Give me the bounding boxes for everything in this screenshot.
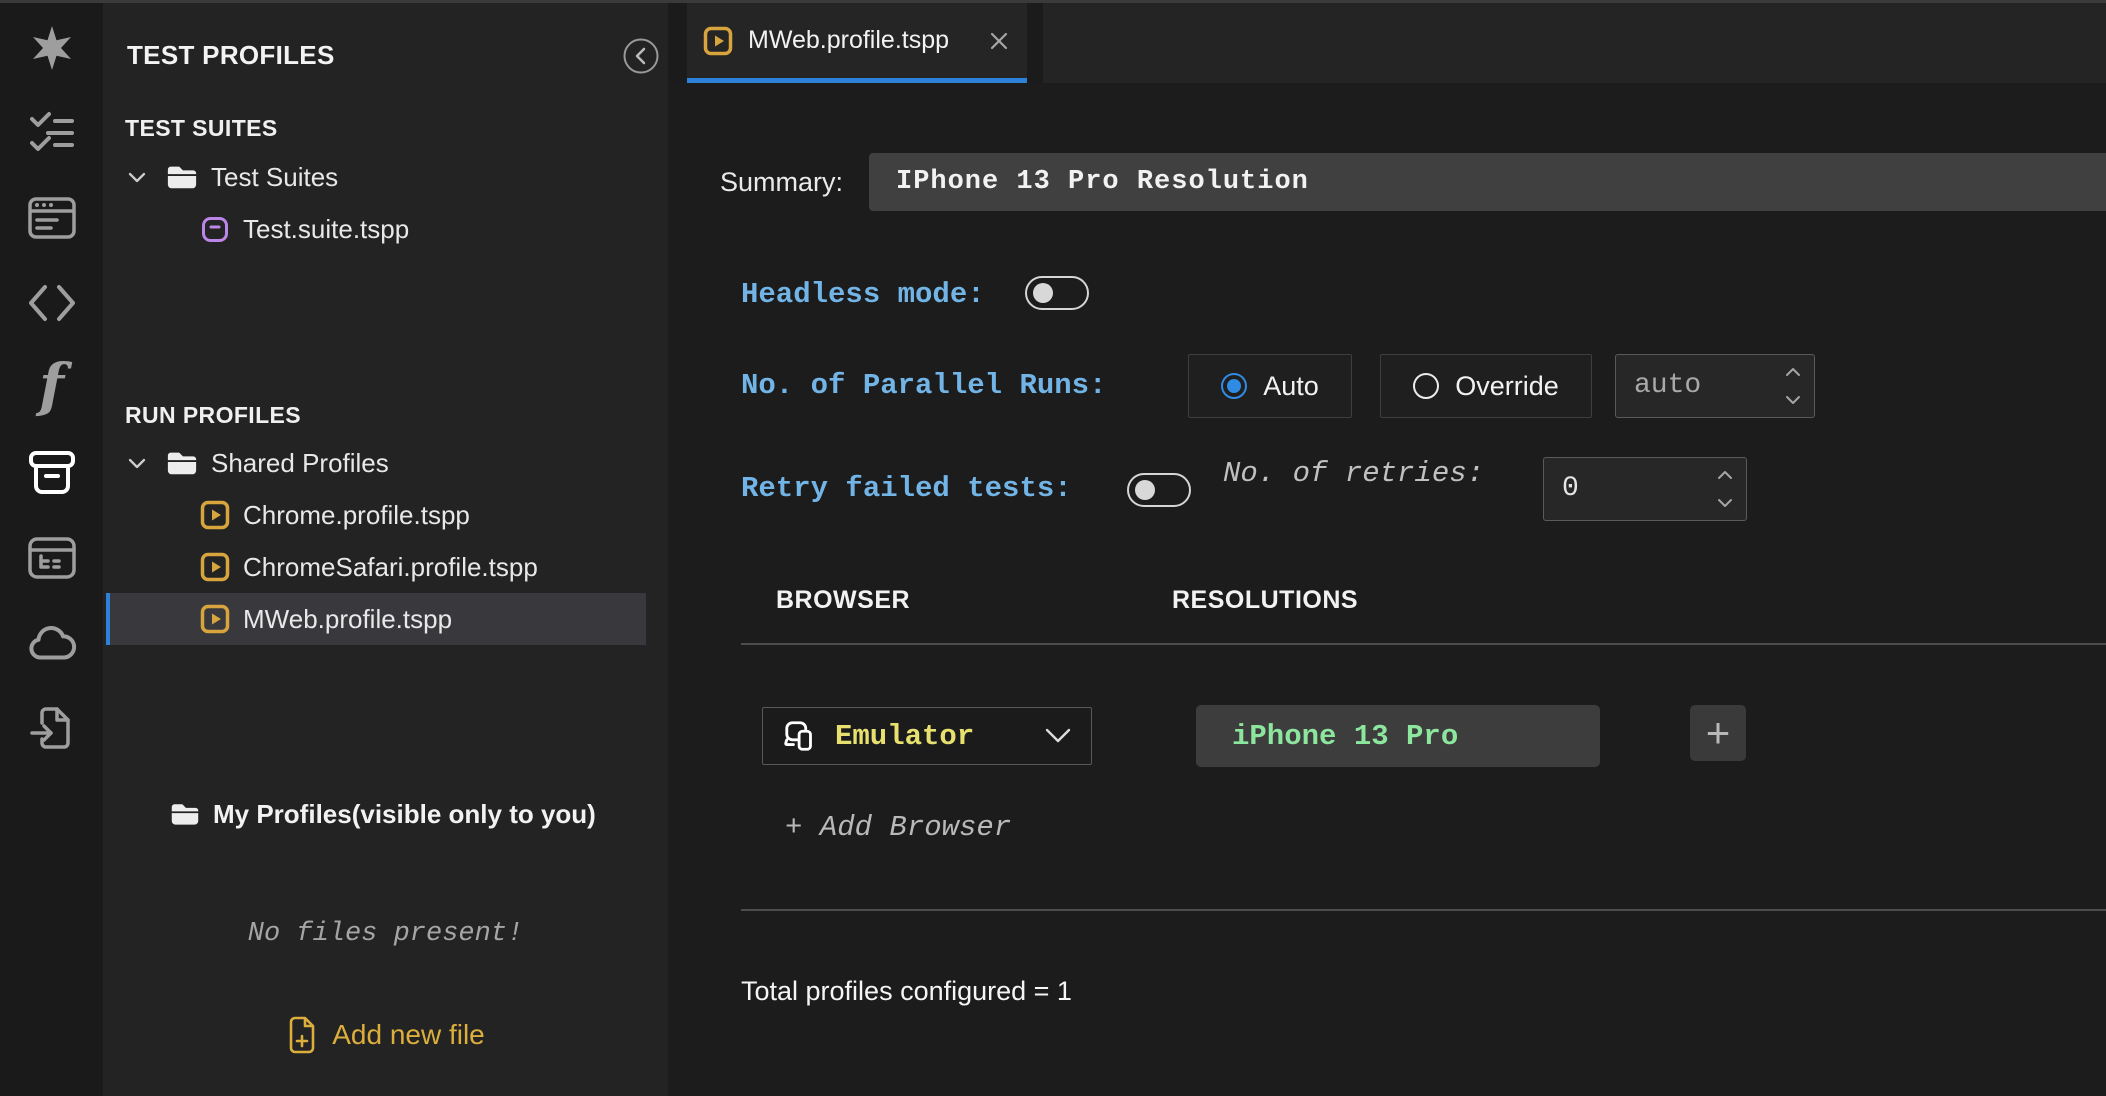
play-file-icon <box>703 26 733 56</box>
tree-folder-label: Test Suites <box>211 161 339 192</box>
window-top-border <box>0 0 2106 3</box>
section-header-test-suites: TEST SUITES <box>125 115 278 141</box>
headless-toggle[interactable] <box>1025 276 1089 310</box>
resolutions-column-header: RESOLUTIONS <box>1172 586 1359 614</box>
tab-label: MWeb.profile.tspp <box>748 26 950 54</box>
retries-count-value: 0 <box>1562 473 1579 504</box>
play-file-icon <box>200 552 230 582</box>
sidebar-collapse-button[interactable] <box>622 37 660 75</box>
add-resolution-button[interactable]: + <box>1690 705 1746 761</box>
retries-count-label: No. of retries: <box>1223 457 1485 490</box>
folder-icon <box>166 449 198 477</box>
close-icon[interactable] <box>987 29 1011 53</box>
radio-label: Auto <box>1263 370 1319 401</box>
tree-file-chrome-profile[interactable]: Chrome.profile.tspp <box>103 489 668 541</box>
parallel-runs-label: No. of Parallel Runs: <box>741 369 1107 402</box>
chevron-down-icon <box>125 165 149 189</box>
retry-label: Retry failed tests: <box>741 472 1072 505</box>
tree-file-mweb-profile[interactable]: MWeb.profile.tspp <box>106 593 646 645</box>
toggle-knob <box>1135 480 1155 500</box>
tab-bar: MWeb.profile.tspp <box>668 3 2106 83</box>
profile-form: Summary: IPhone 13 Pro Resolution Headle… <box>668 83 2106 1096</box>
tree-file-label: ChromeSafari.profile.tspp <box>243 551 538 582</box>
retry-row: Retry failed tests: No. of retries: 0 <box>668 457 2106 521</box>
chevron-up-icon <box>1786 368 1800 376</box>
toggle-knob <box>1033 283 1053 303</box>
radio-option-override[interactable]: Override <box>1380 354 1592 418</box>
parallel-count-input[interactable]: auto <box>1615 354 1815 418</box>
add-file-icon <box>286 1015 318 1055</box>
table-headers-row: BROWSER RESOLUTIONS <box>668 586 2106 618</box>
stepper-arrows[interactable] <box>1717 458 1733 520</box>
chevron-up-icon <box>1718 471 1732 479</box>
editor-area: MWeb.profile.tspp Summary: IPhone 13 Pro… <box>668 3 2106 1096</box>
summary-label: Summary: <box>720 167 844 197</box>
summary-row: Summary: IPhone 13 Pro Resolution <box>668 153 2106 211</box>
function-glyph: f <box>39 350 64 419</box>
logo-burst-icon[interactable] <box>0 5 103 90</box>
divider <box>741 909 2106 911</box>
chevron-down-icon <box>1718 499 1732 507</box>
sidebar: TEST PROFILES TEST SUITES Test Suites Te… <box>103 3 668 1096</box>
code-brackets-icon[interactable] <box>0 260 103 345</box>
tree-folder-label: Shared Profiles <box>211 447 389 478</box>
stepper-arrows[interactable] <box>1785 355 1801 417</box>
cloud-icon[interactable] <box>0 600 103 685</box>
tree-folder-label: My Profiles(visible only to you) <box>213 798 596 829</box>
browser-column-header: BROWSER <box>776 586 911 614</box>
tree-folder-my-profiles[interactable]: My Profiles(visible only to you) <box>103 788 668 840</box>
folder-icon <box>166 163 198 191</box>
archive-icon[interactable] <box>0 430 103 515</box>
headless-label: Headless mode: <box>741 278 985 311</box>
radio-option-auto[interactable]: Auto <box>1188 354 1352 418</box>
parallel-count-value: auto <box>1634 370 1702 401</box>
file-import-icon[interactable] <box>0 685 103 770</box>
chevron-down-icon <box>125 451 149 475</box>
tree-folder-shared-profiles[interactable]: Shared Profiles <box>103 437 668 489</box>
headless-row: Headless mode: <box>668 273 2106 317</box>
sidebar-title: TEST PROFILES <box>127 39 335 70</box>
emulator-device-icon <box>783 719 819 753</box>
play-file-icon <box>200 604 230 634</box>
resolution-field[interactable]: iPhone 13 Pro <box>1196 705 1600 767</box>
checklist-icon[interactable] <box>0 90 103 175</box>
activity-bar: f <box>0 3 103 1096</box>
tab-mweb-profile[interactable]: MWeb.profile.tspp <box>687 3 1027 83</box>
folder-icon <box>170 801 200 827</box>
retry-toggle[interactable] <box>1127 473 1191 507</box>
tree-file-label: Test.suite.tspp <box>243 213 410 244</box>
radio-unselected-icon <box>1413 373 1440 399</box>
tab-bar-lead <box>668 3 687 83</box>
tree-folder-test-suites[interactable]: Test Suites <box>103 151 668 203</box>
radio-selected-icon <box>1221 373 1248 399</box>
function-icon[interactable]: f <box>0 345 103 430</box>
suite-file-icon <box>200 214 230 244</box>
tree-file-test-suite[interactable]: Test.suite.tspp <box>103 203 668 255</box>
tree-file-label: MWeb.profile.tspp <box>243 603 453 634</box>
browser-select[interactable]: Emulator <box>762 707 1092 765</box>
browser-select-value: Emulator <box>835 719 975 753</box>
add-new-file-button[interactable]: Add new file <box>103 1011 668 1059</box>
play-file-icon <box>200 500 230 530</box>
radio-label: Override <box>1455 370 1559 401</box>
window-tree-icon[interactable] <box>0 515 103 600</box>
tree-file-chromesafari-profile[interactable]: ChromeSafari.profile.tspp <box>103 541 668 593</box>
add-browser-button[interactable]: + Add Browser <box>785 811 1011 855</box>
browser-config-row: Emulator iPhone 13 Pro + <box>668 705 2106 767</box>
section-header-run-profiles: RUN PROFILES <box>125 402 302 428</box>
chevron-left-icon <box>635 47 646 65</box>
total-profiles-label: Total profiles configured = 1 <box>741 976 1072 1006</box>
add-file-label: Add new file <box>332 1019 485 1050</box>
summary-input[interactable]: IPhone 13 Pro Resolution <box>869 153 2106 211</box>
retries-count-input[interactable]: 0 <box>1543 457 1747 521</box>
chevron-down-icon <box>1786 396 1800 404</box>
parallel-runs-row: No. of Parallel Runs: Auto Override auto <box>668 354 2106 418</box>
tree-file-label: Chrome.profile.tspp <box>243 499 470 530</box>
browser-window-icon[interactable] <box>0 175 103 260</box>
empty-files-message: No files present! <box>247 919 524 949</box>
chevron-down-icon <box>1045 728 1071 744</box>
tab-bar-gap <box>1027 3 1043 83</box>
divider <box>741 643 2106 645</box>
